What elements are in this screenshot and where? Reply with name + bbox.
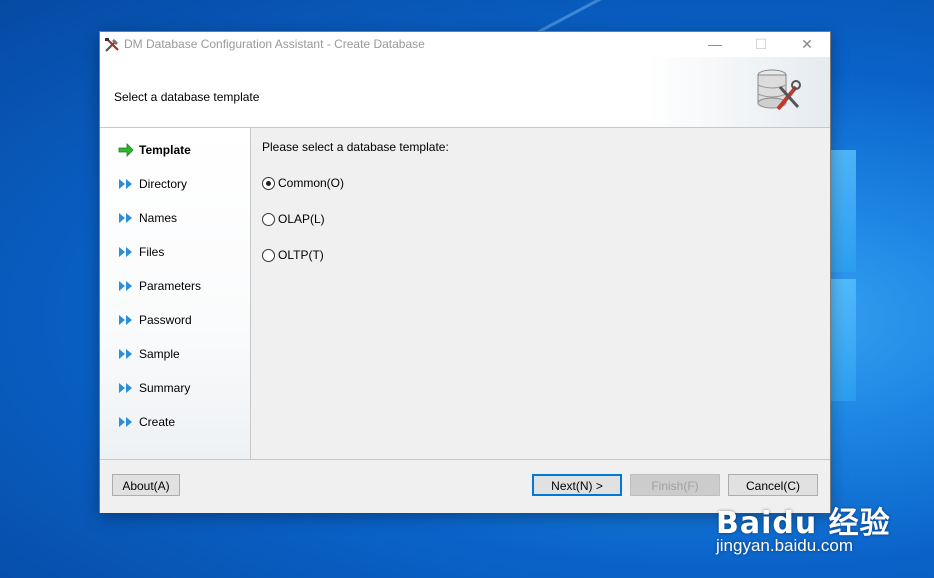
- wizard-step: Files: [118, 244, 246, 260]
- double-chevron-icon: [119, 213, 132, 223]
- wizard-step-label: Summary: [139, 381, 191, 395]
- baidu-watermark: Baidu 经验 jingyan.baidu.com: [716, 498, 891, 555]
- close-button[interactable]: ✕: [784, 32, 830, 57]
- dialog-window: DM Database Configuration Assistant - Cr…: [100, 32, 830, 513]
- wizard-steps: Template Directory Names Files Parameters Pas…: [100, 128, 251, 459]
- cancel-button[interactable]: Cancel(C): [728, 474, 818, 496]
- double-chevron-icon: [119, 383, 132, 393]
- double-chevron-icon: [119, 315, 132, 325]
- minimize-button[interactable]: —: [692, 32, 738, 57]
- next-button[interactable]: Next(N) >: [532, 474, 622, 496]
- wizard-step-label: Files: [139, 245, 165, 259]
- content-area: Please select a database template: Commo…: [251, 128, 830, 459]
- radio-circle[interactable]: [262, 213, 275, 226]
- windows-logo-pane: [830, 150, 856, 272]
- green-arrow-icon: [118, 143, 134, 157]
- wizard-step: Summary: [118, 380, 246, 396]
- double-chevron-icon: [119, 417, 132, 427]
- radio-label[interactable]: Common(O): [278, 176, 344, 190]
- windows-logo-pane: [830, 279, 856, 401]
- double-chevron-icon: [119, 349, 132, 359]
- wizard-step-label: Create: [139, 415, 176, 429]
- tools-icon: [105, 38, 119, 52]
- double-chevron-icon: [119, 247, 132, 257]
- radio-selected-dot: [266, 181, 271, 186]
- about-button[interactable]: About(A): [112, 474, 180, 496]
- radio-label[interactable]: OLTP(T): [278, 248, 324, 262]
- double-chevron-icon: [119, 179, 132, 189]
- wizard-step-label: Password: [139, 313, 192, 327]
- window-title: DM Database Configuration Assistant - Cr…: [124, 37, 425, 51]
- double-chevron-icon: [119, 281, 132, 291]
- watermark-url: jingyan.baidu.com: [716, 536, 854, 555]
- wizard-step-label: Directory: [139, 177, 188, 191]
- template-option-radio[interactable]: Common(O): [262, 176, 462, 192]
- wizard-step: Template: [118, 142, 246, 158]
- finish-button[interactable]: Finish(F): [630, 474, 720, 496]
- radio-circle[interactable]: [262, 249, 275, 262]
- wizard-step-label: Names: [139, 211, 178, 225]
- page-heading: Select a database template: [114, 90, 260, 104]
- title-bar[interactable]: DM Database Configuration Assistant - Cr…: [100, 32, 830, 57]
- wizard-step: Sample: [118, 346, 246, 362]
- wizard-step-label: Parameters: [139, 279, 202, 293]
- wizard-step-label: Template: [139, 143, 191, 157]
- template-prompt: Please select a database template:: [262, 140, 449, 154]
- wizard-step: Password: [118, 312, 246, 328]
- radio-circle[interactable]: [262, 177, 275, 190]
- wizard-step: Directory: [118, 176, 246, 192]
- wizard-step: Parameters: [118, 278, 246, 294]
- wizard-step-label: Sample: [139, 347, 180, 361]
- template-option-radio[interactable]: OLTP(T): [262, 248, 462, 264]
- template-option-radio[interactable]: OLAP(L): [262, 212, 462, 228]
- header-banner: Select a database template: [100, 57, 830, 128]
- wizard-step: Names: [118, 210, 246, 226]
- radio-label[interactable]: OLAP(L): [278, 212, 325, 226]
- wizard-step: Create: [118, 414, 246, 430]
- database-tools-icon: [757, 69, 801, 111]
- maximize-button[interactable]: ☐: [738, 32, 784, 57]
